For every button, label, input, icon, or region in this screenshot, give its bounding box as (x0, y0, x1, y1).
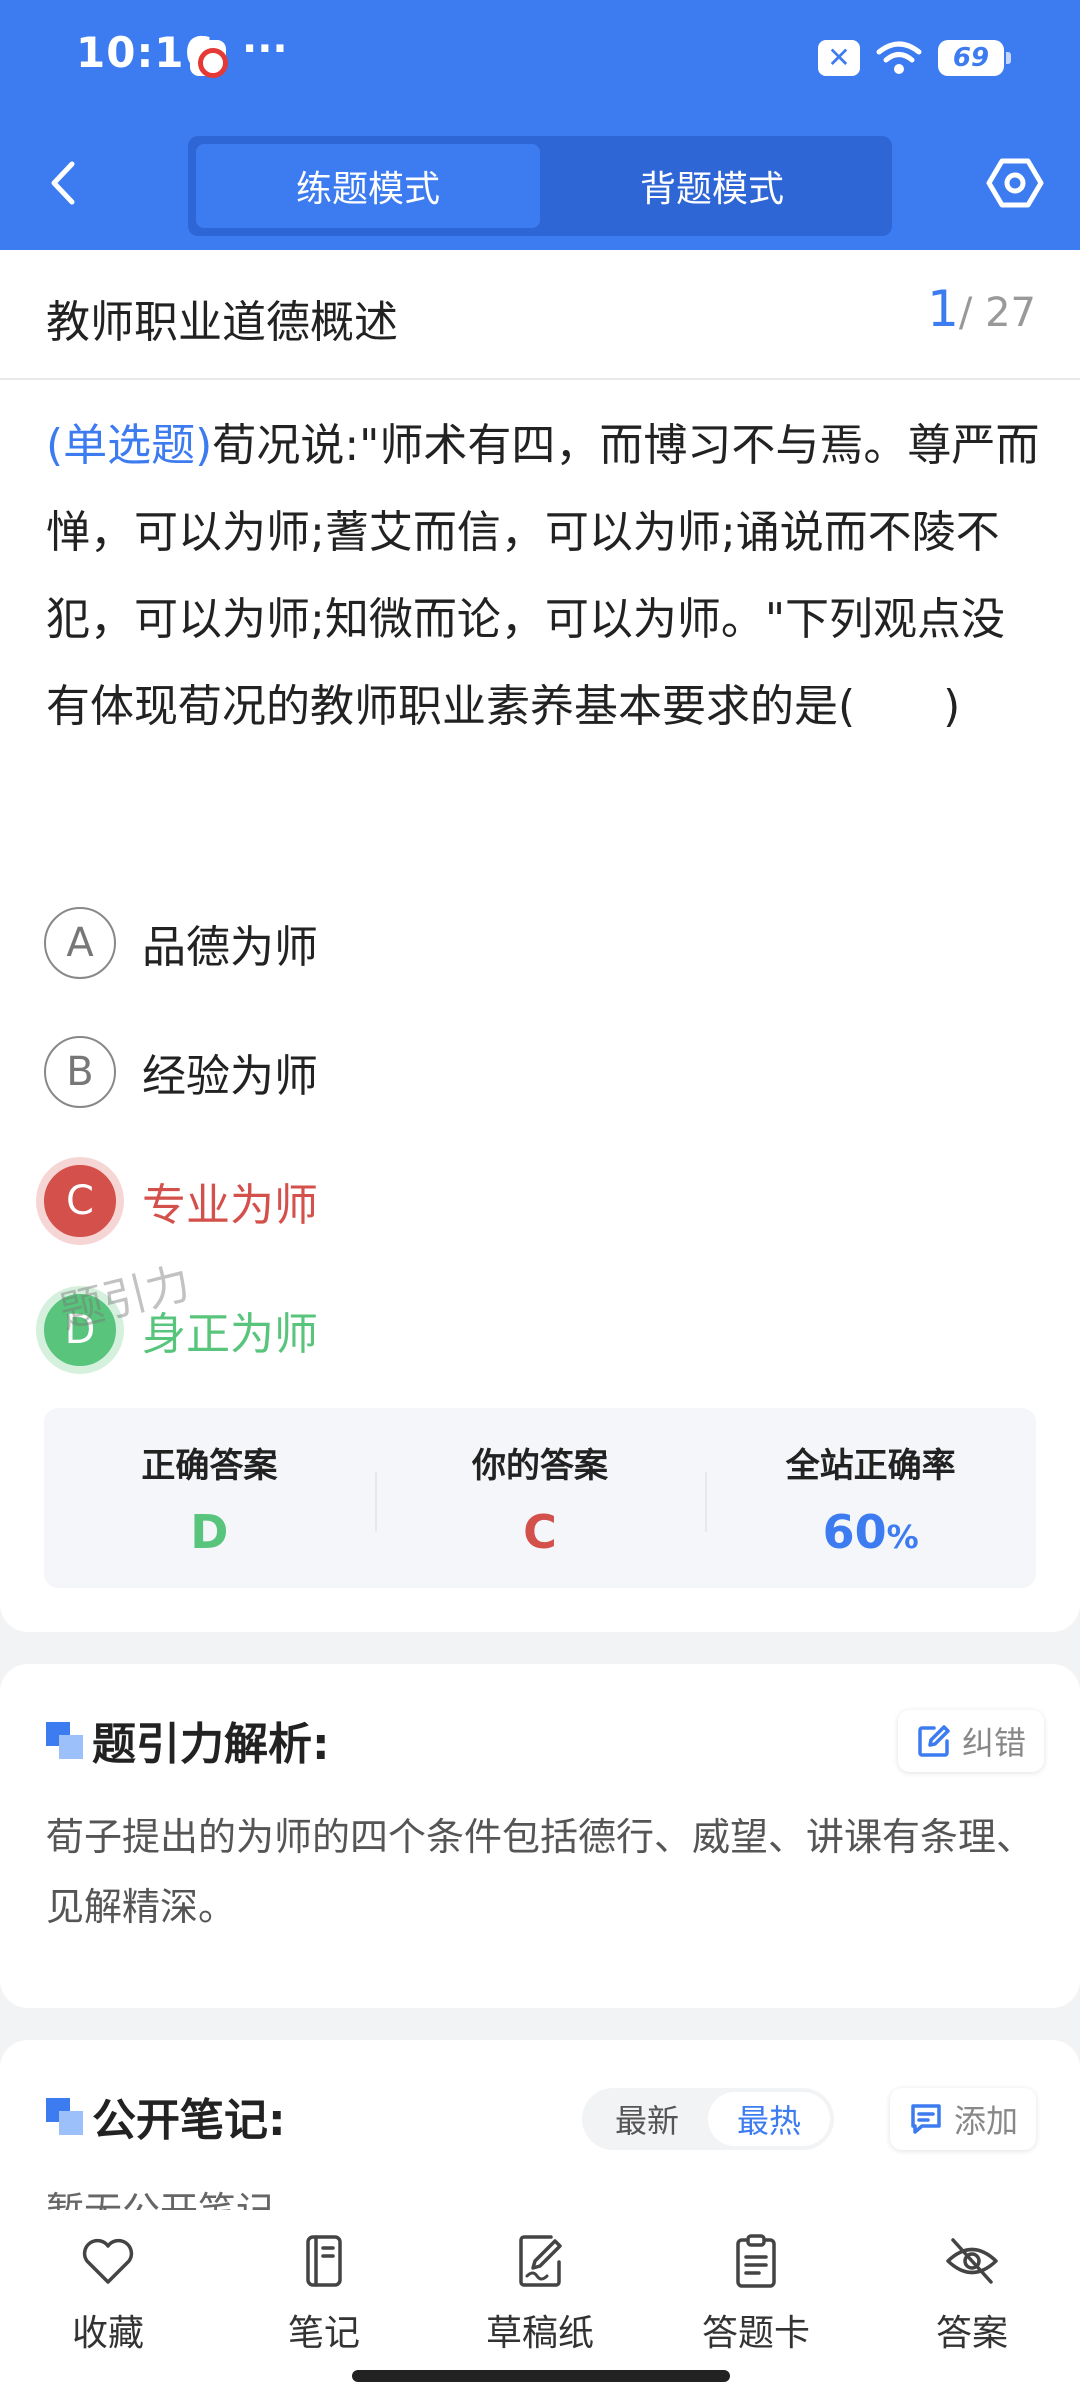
accuracy-rate-label: 全站正确率 (785, 1446, 956, 1486)
option-d-text: 身正为师 (142, 1308, 318, 1360)
total-question-count: / 27 (958, 290, 1036, 336)
nav-answer[interactable]: 答案 (864, 2210, 1080, 2400)
option-c[interactable]: C 专业为师 (44, 1136, 1034, 1265)
add-note-button[interactable]: 添加 (890, 2088, 1037, 2150)
accuracy-rate-number: 60 (822, 1505, 887, 1559)
answer-result-box: 正确答案 D 你的答案 C 全站正确率 60% (44, 1408, 1036, 1588)
question-progress: 1/ 27 (927, 280, 1036, 338)
accuracy-rate-unit: % (886, 1518, 919, 1556)
settings-hexagon-icon[interactable] (986, 154, 1044, 212)
correct-answer-col: 正确答案 D (44, 1408, 375, 1588)
analysis-card: 题引力解析: 纠错 荀子提出的为师的四个条件包括德行、威望、讲课有条理、见解精深… (0, 1664, 1080, 2008)
option-a-letter: A (44, 906, 116, 979)
option-b-letter: B (44, 1035, 116, 1108)
question-card: 教师职业道德概述 1/ 27 (单选题)荀况说:"师术有四，而博习不与焉。尊严而… (0, 250, 1080, 1632)
option-b-text: 经验为师 (142, 1050, 318, 1102)
option-d[interactable]: D 身正为师 (44, 1265, 1034, 1394)
notes-title: 公开笔记: (92, 2095, 286, 2146)
notebook-icon (306, 2235, 342, 2287)
option-a-text: 品德为师 (142, 921, 318, 973)
chapter-row: 教师职业道德概述 1/ 27 (0, 250, 1080, 380)
edit-icon (918, 1725, 950, 1757)
chapter-title: 教师职业道德概述 (46, 297, 398, 348)
sort-hottest[interactable]: 最热 (708, 2092, 830, 2146)
heart-icon (82, 2238, 134, 2284)
status-bar: 10:16 ··· ✕ 69 (0, 0, 1080, 120)
option-b[interactable]: B 经验为师 (44, 1007, 1034, 1136)
battery-icon: 69 (938, 40, 1011, 76)
wifi-icon (876, 41, 922, 74)
more-notifications-icon: ··· (242, 26, 288, 72)
sort-latest[interactable]: 最新 (586, 2092, 708, 2146)
netease-music-icon (190, 40, 228, 78)
mode-tabs: 练题模式 背题模式 (188, 136, 892, 236)
option-c-text: 专业为师 (142, 1179, 318, 1231)
no-sim-icon: ✕ (818, 40, 860, 76)
section-squares-icon (46, 2098, 84, 2136)
question-text: (单选题)荀况说:"师术有四，而博习不与焉。尊严而惮，可以为师;蓍艾而信，可以为… (46, 402, 1042, 750)
home-indicator[interactable] (352, 2370, 730, 2382)
analysis-title: 题引力解析: (92, 1719, 330, 1770)
your-answer-value: C (523, 1505, 557, 1559)
accuracy-rate-col: 全站正确率 60% (705, 1408, 1036, 1588)
answer-options: A 品德为师 B 经验为师 C 专业为师 D 身正为师 (44, 878, 1034, 1394)
nav-favorite-label: 收藏 (71, 2313, 144, 2354)
nav-draft-paper-label: 草稿纸 (485, 2313, 594, 2354)
accuracy-rate-value: 60% (705, 1505, 1036, 1559)
correct-answer-value: D (190, 1505, 229, 1559)
clipboard-icon (736, 2234, 776, 2288)
your-answer-label: 你的答案 (472, 1446, 608, 1486)
nav-answer-sheet-label: 答题卡 (701, 2313, 810, 2354)
current-question-number: 1 (927, 280, 959, 338)
eye-off-icon (946, 2238, 998, 2284)
nav-favorite[interactable]: 收藏 (0, 2210, 216, 2400)
draft-icon (519, 2235, 562, 2287)
correct-answer-label: 正确答案 (141, 1446, 278, 1486)
add-note-label: 添加 (954, 2102, 1019, 2140)
nav-notes-label: 笔记 (287, 2313, 360, 2354)
top-header: 10:16 ··· ✕ 69 练题模式 背题模式 (0, 0, 1080, 250)
notes-sort-toggle: 最新 最热 (582, 2088, 834, 2150)
question-type: (单选题) (46, 420, 213, 471)
status-icons: ✕ 69 (818, 38, 1011, 78)
option-d-letter: D (44, 1293, 116, 1366)
tab-memorize-mode[interactable]: 背题模式 (540, 144, 884, 228)
back-arrow-icon[interactable] (44, 158, 84, 208)
option-c-letter: C (44, 1164, 116, 1237)
comment-icon (911, 2104, 941, 2134)
option-a[interactable]: A 品德为师 (44, 878, 1034, 1007)
report-error-label: 纠错 (962, 1724, 1027, 1762)
nav-answer-label: 答案 (935, 2313, 1008, 2354)
tab-practice-mode[interactable]: 练题模式 (196, 144, 540, 228)
section-squares-icon (46, 1722, 84, 1760)
report-error-button[interactable]: 纠错 (898, 1710, 1045, 1772)
analysis-text: 荀子提出的为师的四个条件包括德行、威望、讲课有条理、见解精深。 (46, 1815, 1035, 1929)
your-answer-col: 你的答案 C (374, 1408, 706, 1588)
